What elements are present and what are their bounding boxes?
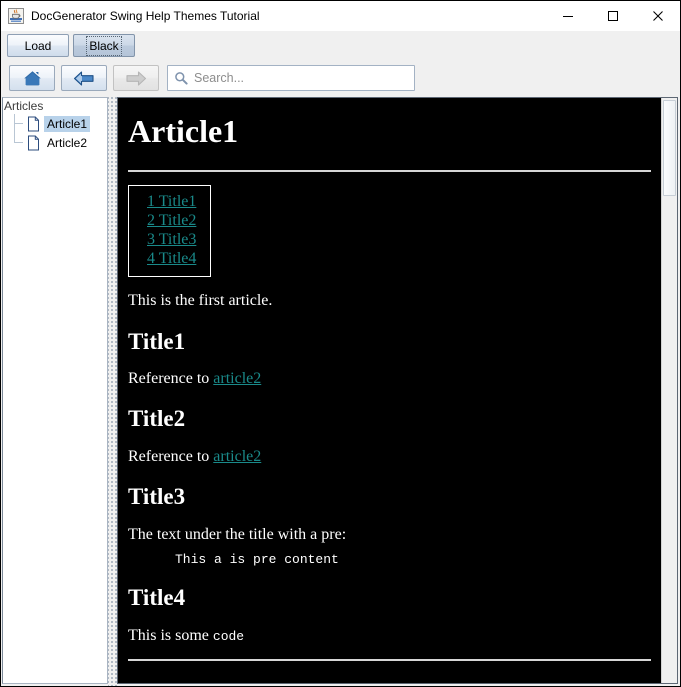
sidebar-item-article1[interactable]: Article1 (3, 114, 107, 133)
close-button[interactable] (635, 1, 680, 31)
window-controls (545, 1, 680, 31)
load-button[interactable]: Load (7, 34, 69, 57)
title-divider (128, 170, 651, 173)
section-heading-title1: Title1 (128, 328, 186, 354)
search-input[interactable]: Search... (167, 65, 415, 91)
toc-link-title4[interactable]: 4 Title4 (147, 250, 196, 267)
pre-code-block: This a is pre content (175, 552, 339, 568)
theme-toolbar: Load Black (1, 31, 680, 60)
maximize-button[interactable] (590, 1, 635, 31)
tree-elbow-icon (11, 114, 27, 133)
home-icon (23, 70, 41, 85)
back-button[interactable] (61, 65, 107, 91)
home-button[interactable] (9, 65, 55, 91)
table-of-contents: 1 Title1 2 Title2 3 Title3 4 Title4 (128, 185, 212, 278)
theme-black-button-label: Black (86, 35, 122, 56)
maximize-icon (607, 11, 618, 21)
inline-code: code (212, 628, 245, 644)
toc-item: 4 Title4 (147, 249, 196, 268)
minimize-button[interactable] (545, 1, 590, 31)
toc-link-title1[interactable]: 1 Title1 (147, 193, 196, 210)
section-paragraph-4-prefix: This is some (128, 626, 213, 644)
section-paragraph-2: Reference to article2 (128, 448, 651, 466)
toc-item: 3 Title3 (147, 230, 196, 249)
document-icon (27, 135, 40, 151)
toc-link-title2[interactable]: 2 Title2 (147, 212, 196, 229)
toc-item: 1 Title1 (147, 192, 196, 211)
footer-divider (128, 659, 651, 662)
section-heading-title2: Title2 (128, 406, 186, 432)
navigation-toolbar: Search... (1, 60, 680, 96)
scrollbar-thumb[interactable] (663, 100, 676, 196)
sidebar-item-article2[interactable]: Article2 (3, 133, 107, 152)
search-icon (175, 72, 188, 85)
arrow-left-icon (73, 70, 94, 86)
application-window: DocGenerator Swing Help Themes Tutorial (0, 0, 681, 687)
tree-root-label: Articles (4, 99, 44, 113)
toc-item: 2 Title2 (147, 211, 196, 230)
content-vertical-scrollbar[interactable] (661, 98, 677, 683)
article-content: Article1 1 Title1 2 Title2 3 Title3 4 Ti… (118, 98, 661, 683)
toc-link-title3[interactable]: 3 Title3 (147, 231, 196, 248)
articles-tree-panel: Articles Article1 Article2 (2, 97, 108, 684)
split-pane: Articles Article1 Article2 Article1 1 Ti… (1, 96, 680, 686)
section-paragraph-2-prefix: Reference to (128, 447, 214, 465)
tree-elbow-icon (11, 133, 27, 152)
document-icon (27, 116, 40, 132)
section-paragraph-4: This is some code (128, 627, 651, 645)
article-title: Article1 (128, 113, 239, 149)
title-bar: DocGenerator Swing Help Themes Tutorial (1, 1, 680, 31)
forward-button[interactable] (113, 65, 159, 91)
section-paragraph-3: The text under the title with a pre: (128, 525, 347, 543)
sidebar-item-article2-label: Article2 (47, 135, 88, 150)
close-icon (652, 11, 663, 21)
sidebar-item-article1-label: Article1 (44, 115, 91, 132)
section-heading-title3: Title3 (128, 484, 186, 510)
article-intro: This is the first article. (128, 292, 273, 310)
arrow-right-icon (126, 70, 147, 86)
link-article2[interactable]: article2 (213, 370, 261, 387)
section-paragraph-1-prefix: Reference to (128, 370, 214, 388)
minimize-icon (562, 16, 573, 17)
load-button-label: Load (24, 38, 52, 53)
java-coffee-cup-icon (8, 8, 24, 24)
section-heading-title4: Title4 (128, 585, 186, 611)
window-title: DocGenerator Swing Help Themes Tutorial (31, 9, 260, 23)
section-paragraph-1: Reference to article2 (128, 370, 651, 388)
article-viewer-panel: Article1 1 Title1 2 Title2 3 Title3 4 Ti… (117, 97, 678, 684)
link-article2[interactable]: article2 (213, 448, 261, 465)
search-placeholder-text: Search... (194, 71, 245, 85)
theme-black-button[interactable]: Black (73, 34, 135, 57)
split-pane-divider[interactable] (108, 96, 117, 686)
